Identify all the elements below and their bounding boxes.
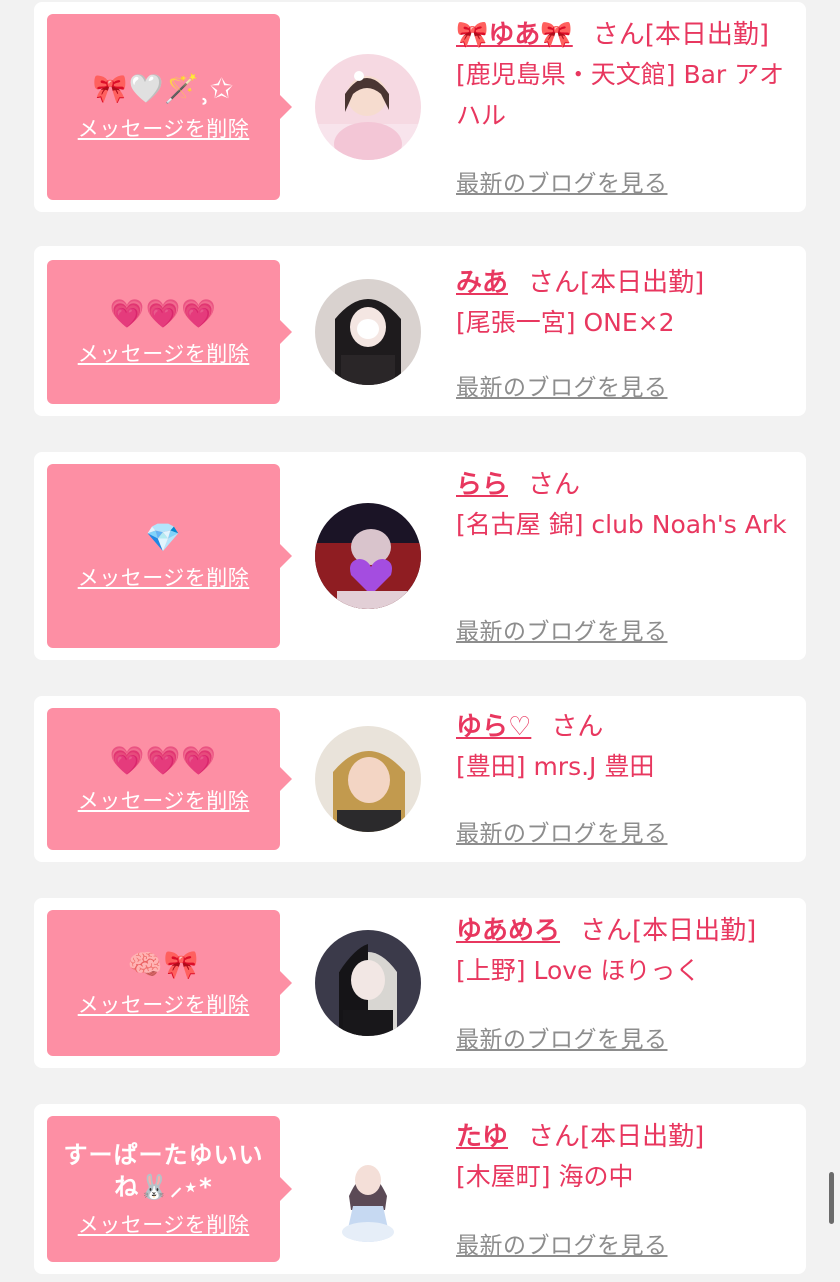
cast-name-link[interactable]: ゆら♡ bbox=[456, 712, 531, 742]
favorite-card: 🧠🎀 メッセージを削除 ゆあめろ さん[本日出勤] [上野] Love ほりっく … bbox=[34, 898, 806, 1068]
avatar[interactable] bbox=[315, 279, 421, 385]
latest-blog-link[interactable]: 最新のブログを見る bbox=[456, 612, 668, 646]
message-bubble: 💎 メッセージを削除 bbox=[47, 464, 292, 648]
favorite-card: 💗💗💗 メッセージを削除 みあ さん[本日出勤] [尾張一宮] ONE×2 最新の… bbox=[34, 246, 806, 416]
delete-message-link[interactable]: メッセージを削除 bbox=[78, 113, 250, 143]
honorific: さん bbox=[528, 268, 581, 298]
message-text: 💗💗💗 bbox=[109, 297, 218, 330]
cast-info: たゆ さん[本日出勤] [木屋町] 海の中 bbox=[456, 1118, 796, 1197]
cast-info: みあ さん[本日出勤] [尾張一宮] ONE×2 bbox=[456, 264, 796, 343]
message-text: 💎 bbox=[145, 521, 182, 554]
message-text: 🧠🎀 bbox=[127, 948, 200, 981]
delete-message-link[interactable]: メッセージを削除 bbox=[78, 562, 250, 592]
cast-name-link[interactable]: ゆあめろ bbox=[456, 916, 560, 946]
avatar[interactable] bbox=[315, 503, 421, 609]
work-status: [本日出勤] bbox=[644, 20, 770, 50]
message-bubble: 🧠🎀 メッセージを削除 bbox=[47, 910, 292, 1056]
avatar[interactable] bbox=[315, 726, 421, 832]
message-text: 🎀🤍🪄⸒✩ bbox=[92, 72, 235, 105]
shop-name: [鹿児島県・天文館] Bar アオハル bbox=[456, 60, 785, 130]
cast-info: らら さん [名古屋 錦] club Noah's Ark bbox=[456, 466, 796, 545]
shop-name: [上野] Love ほりっく bbox=[456, 956, 701, 985]
message-bubble: すーぱーたゆいいね🐰⸝⋆* メッセージを削除 bbox=[47, 1116, 292, 1262]
latest-blog-link[interactable]: 最新のブログを見る bbox=[456, 164, 668, 198]
message-bubble: 🎀🤍🪄⸒✩ メッセージを削除 bbox=[47, 14, 292, 200]
cast-info: ゆら♡ さん [豊田] mrs.J 豊田 bbox=[456, 708, 796, 787]
cast-info: 🎀ゆあ🎀 さん[本日出勤] [鹿児島県・天文館] Bar アオハル bbox=[456, 16, 796, 136]
scrollbar[interactable] bbox=[829, 1172, 834, 1224]
honorific: さん bbox=[592, 20, 645, 50]
latest-blog-link[interactable]: 最新のブログを見る bbox=[456, 368, 668, 402]
message-bubble: 💗💗💗 メッセージを削除 bbox=[47, 708, 292, 850]
favorite-card: すーぱーたゆいいね🐰⸝⋆* メッセージを削除 たゆ さん[本日出勤] [木屋町] … bbox=[34, 1104, 806, 1274]
shop-name: [木屋町] 海の中 bbox=[456, 1162, 634, 1191]
favorite-card: 🎀🤍🪄⸒✩ メッセージを削除 🎀ゆあ🎀 さん[本日出勤] [鹿児島県・天文館] B… bbox=[34, 2, 806, 212]
latest-blog-link[interactable]: 最新のブログを見る bbox=[456, 1226, 668, 1260]
latest-blog-link[interactable]: 最新のブログを見る bbox=[456, 814, 668, 848]
delete-message-link[interactable]: メッセージを削除 bbox=[78, 989, 250, 1019]
work-status: [本日出勤] bbox=[580, 268, 705, 298]
honorific: さん bbox=[580, 916, 633, 946]
shop-name: [尾張一宮] ONE×2 bbox=[456, 308, 675, 337]
avatar[interactable] bbox=[315, 930, 421, 1036]
avatar[interactable] bbox=[315, 1136, 421, 1242]
cast-name-link[interactable]: 🎀ゆあ🎀 bbox=[456, 20, 573, 50]
honorific: さん bbox=[528, 470, 581, 500]
cast-name-link[interactable]: みあ bbox=[456, 268, 508, 298]
latest-blog-link[interactable]: 最新のブログを見る bbox=[456, 1020, 668, 1054]
avatar[interactable] bbox=[315, 54, 421, 160]
message-text: すーぱーたゆいいね🐰⸝⋆* bbox=[63, 1141, 264, 1201]
delete-message-link[interactable]: メッセージを削除 bbox=[78, 338, 250, 368]
honorific: さん bbox=[528, 1122, 581, 1152]
favorite-card: 💗💗💗 メッセージを削除 ゆら♡ さん [豊田] mrs.J 豊田 最新のブログを… bbox=[34, 696, 806, 862]
message-text: 💗💗💗 bbox=[109, 744, 218, 777]
favorite-card: 💎 メッセージを削除 らら さん [名古屋 錦] club Noah's Ark … bbox=[34, 452, 806, 660]
work-status: [本日出勤] bbox=[580, 1122, 705, 1152]
delete-message-link[interactable]: メッセージを削除 bbox=[78, 1209, 250, 1239]
honorific: さん bbox=[551, 712, 604, 742]
delete-message-link[interactable]: メッセージを削除 bbox=[78, 785, 250, 815]
cast-name-link[interactable]: たゆ bbox=[456, 1122, 508, 1152]
shop-name: [豊田] mrs.J 豊田 bbox=[456, 752, 655, 781]
cast-info: ゆあめろ さん[本日出勤] [上野] Love ほりっく bbox=[456, 912, 796, 991]
cast-name-link[interactable]: らら bbox=[456, 470, 508, 500]
work-status: [本日出勤] bbox=[632, 916, 757, 946]
message-bubble: 💗💗💗 メッセージを削除 bbox=[47, 260, 292, 404]
shop-name: [名古屋 錦] club Noah's Ark bbox=[456, 510, 787, 539]
